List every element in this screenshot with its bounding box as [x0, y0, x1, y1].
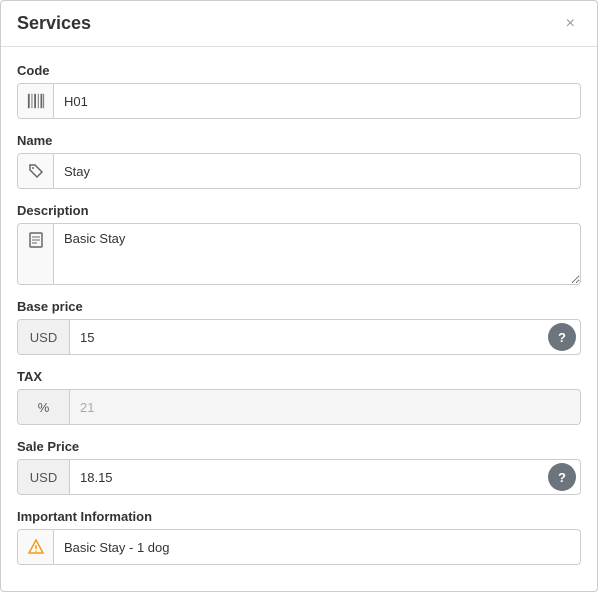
warning-icon [18, 530, 54, 564]
sale-price-currency: USD [18, 460, 70, 494]
tax-input [70, 390, 580, 424]
code-label: Code [17, 63, 581, 78]
sale-price-input[interactable] [70, 460, 544, 494]
important-info-input-wrapper [17, 529, 581, 565]
description-field-group: Description Basic Stay [17, 203, 581, 285]
name-label: Name [17, 133, 581, 148]
base-price-currency: USD [18, 320, 70, 354]
name-field-group: Name [17, 133, 581, 189]
important-info-label: Important Information [17, 509, 581, 524]
code-input-wrapper [17, 83, 581, 119]
sale-price-input-wrapper: USD ? [17, 459, 581, 495]
tax-field-group: TAX % [17, 369, 581, 425]
base-price-field-group: Base price USD ? [17, 299, 581, 355]
services-modal: Services × Code [0, 0, 598, 592]
base-price-input-wrapper: USD ? [17, 319, 581, 355]
tag-icon [18, 154, 54, 188]
code-field-group: Code [17, 63, 581, 119]
base-price-help-button[interactable]: ? [548, 323, 576, 351]
description-textarea[interactable]: Basic Stay [54, 224, 580, 284]
important-info-input[interactable] [54, 530, 580, 564]
modal-header: Services × [1, 1, 597, 47]
modal-body: Code Name [1, 47, 597, 591]
tax-label: TAX [17, 369, 581, 384]
important-info-field-group: Important Information [17, 509, 581, 565]
sale-price-help-button[interactable]: ? [548, 463, 576, 491]
document-icon [18, 224, 54, 284]
tax-prefix: % [18, 390, 70, 424]
code-input[interactable] [54, 84, 580, 118]
sale-price-field-group: Sale Price USD ? [17, 439, 581, 495]
name-input[interactable] [54, 154, 580, 188]
sale-price-label: Sale Price [17, 439, 581, 454]
modal-title: Services [17, 13, 91, 34]
name-input-wrapper [17, 153, 581, 189]
tax-input-wrapper: % [17, 389, 581, 425]
base-price-input[interactable] [70, 320, 544, 354]
description-input-wrapper: Basic Stay [17, 223, 581, 285]
barcode-icon [18, 84, 54, 118]
description-label: Description [17, 203, 581, 218]
close-button[interactable]: × [560, 14, 581, 34]
base-price-label: Base price [17, 299, 581, 314]
